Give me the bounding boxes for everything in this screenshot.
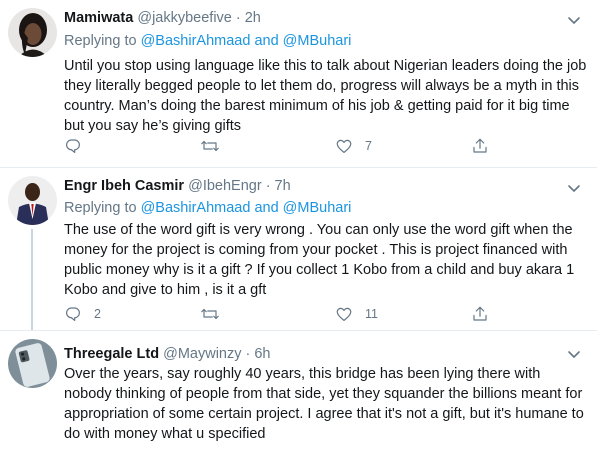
display-name[interactable]: Engr Ibeh Casmir bbox=[64, 178, 184, 194]
share-icon bbox=[473, 138, 487, 153]
reply-icon bbox=[66, 139, 80, 153]
replying-label: Replying to bbox=[64, 33, 137, 49]
tweet-mamiwata[interactable]: Mamiwata @jakkybeefive · 2h Replying to … bbox=[0, 0, 597, 165]
chevron-down-icon[interactable] bbox=[566, 180, 582, 196]
share-icon bbox=[473, 306, 487, 321]
share-button[interactable] bbox=[471, 305, 489, 323]
replying-to: Replying to @BashirAhmaad and @MBuhari bbox=[64, 33, 351, 49]
tweet-threegale-ltd[interactable]: Threegale Ltd @Maywinzy · 6h Over the ye… bbox=[0, 331, 597, 452]
retweet-button[interactable] bbox=[200, 137, 232, 155]
mention-and[interactable]: and bbox=[254, 200, 278, 216]
share-button[interactable] bbox=[471, 137, 489, 155]
tweet-text: Until you stop using language like this … bbox=[64, 58, 587, 134]
tweet-text: Over the years, say roughly 40 years, th… bbox=[64, 366, 584, 442]
tweet-actions: 7 bbox=[64, 137, 564, 157]
reply-button[interactable]: 2 bbox=[64, 305, 101, 323]
reply-count: 2 bbox=[94, 307, 101, 321]
tweet-header: Engr Ibeh Casmir @IbehEngr · 7h bbox=[64, 178, 291, 194]
timestamp[interactable]: · 2h bbox=[236, 10, 261, 26]
tweet-actions: 2 11 bbox=[64, 305, 564, 325]
user-handle[interactable]: @Maywinzy bbox=[163, 346, 241, 362]
chevron-down-icon[interactable] bbox=[566, 346, 582, 362]
mention-link[interactable]: @MBuhari bbox=[283, 33, 352, 49]
like-button[interactable]: 7 bbox=[335, 137, 372, 155]
timestamp[interactable]: · 7h bbox=[266, 178, 291, 194]
tweet-header: Threegale Ltd @Maywinzy · 6h bbox=[64, 346, 271, 362]
avatar[interactable] bbox=[8, 339, 57, 388]
mention-link[interactable]: @BashirAhmaad bbox=[141, 200, 251, 216]
tweet-engr-ibeh-casmir[interactable]: Engr Ibeh Casmir @IbehEngr · 7h Replying… bbox=[0, 168, 597, 330]
user-handle[interactable]: @jakkybeefive bbox=[137, 10, 232, 26]
timestamp[interactable]: · 6h bbox=[246, 346, 271, 362]
display-name[interactable]: Threegale Ltd bbox=[64, 346, 159, 362]
chevron-down-icon[interactable] bbox=[566, 12, 582, 28]
reply-button[interactable] bbox=[64, 137, 94, 155]
user-handle[interactable]: @IbehEngr bbox=[188, 178, 262, 194]
avatar[interactable] bbox=[8, 176, 57, 225]
like-count: 7 bbox=[365, 139, 372, 153]
thread-line bbox=[31, 229, 33, 330]
retweet-icon bbox=[201, 308, 219, 320]
like-count: 11 bbox=[365, 307, 378, 321]
like-icon bbox=[336, 139, 352, 153]
like-button[interactable]: 11 bbox=[335, 305, 378, 323]
avatar[interactable] bbox=[8, 8, 57, 57]
retweet-icon bbox=[201, 140, 219, 152]
tweet-text: The use of the word gift is very wrong .… bbox=[64, 222, 575, 298]
reply-icon bbox=[66, 307, 80, 321]
replying-label: Replying to bbox=[64, 200, 137, 216]
retweet-button[interactable] bbox=[200, 305, 232, 323]
mention-link[interactable]: @BashirAhmaad bbox=[141, 33, 251, 49]
display-name[interactable]: Mamiwata bbox=[64, 10, 133, 26]
replying-to: Replying to @BashirAhmaad and @MBuhari bbox=[64, 200, 351, 216]
like-icon bbox=[336, 307, 352, 321]
tweet-header: Mamiwata @jakkybeefive · 2h bbox=[64, 10, 261, 26]
mention-and[interactable]: and bbox=[254, 33, 278, 49]
mention-link[interactable]: @MBuhari bbox=[283, 200, 352, 216]
